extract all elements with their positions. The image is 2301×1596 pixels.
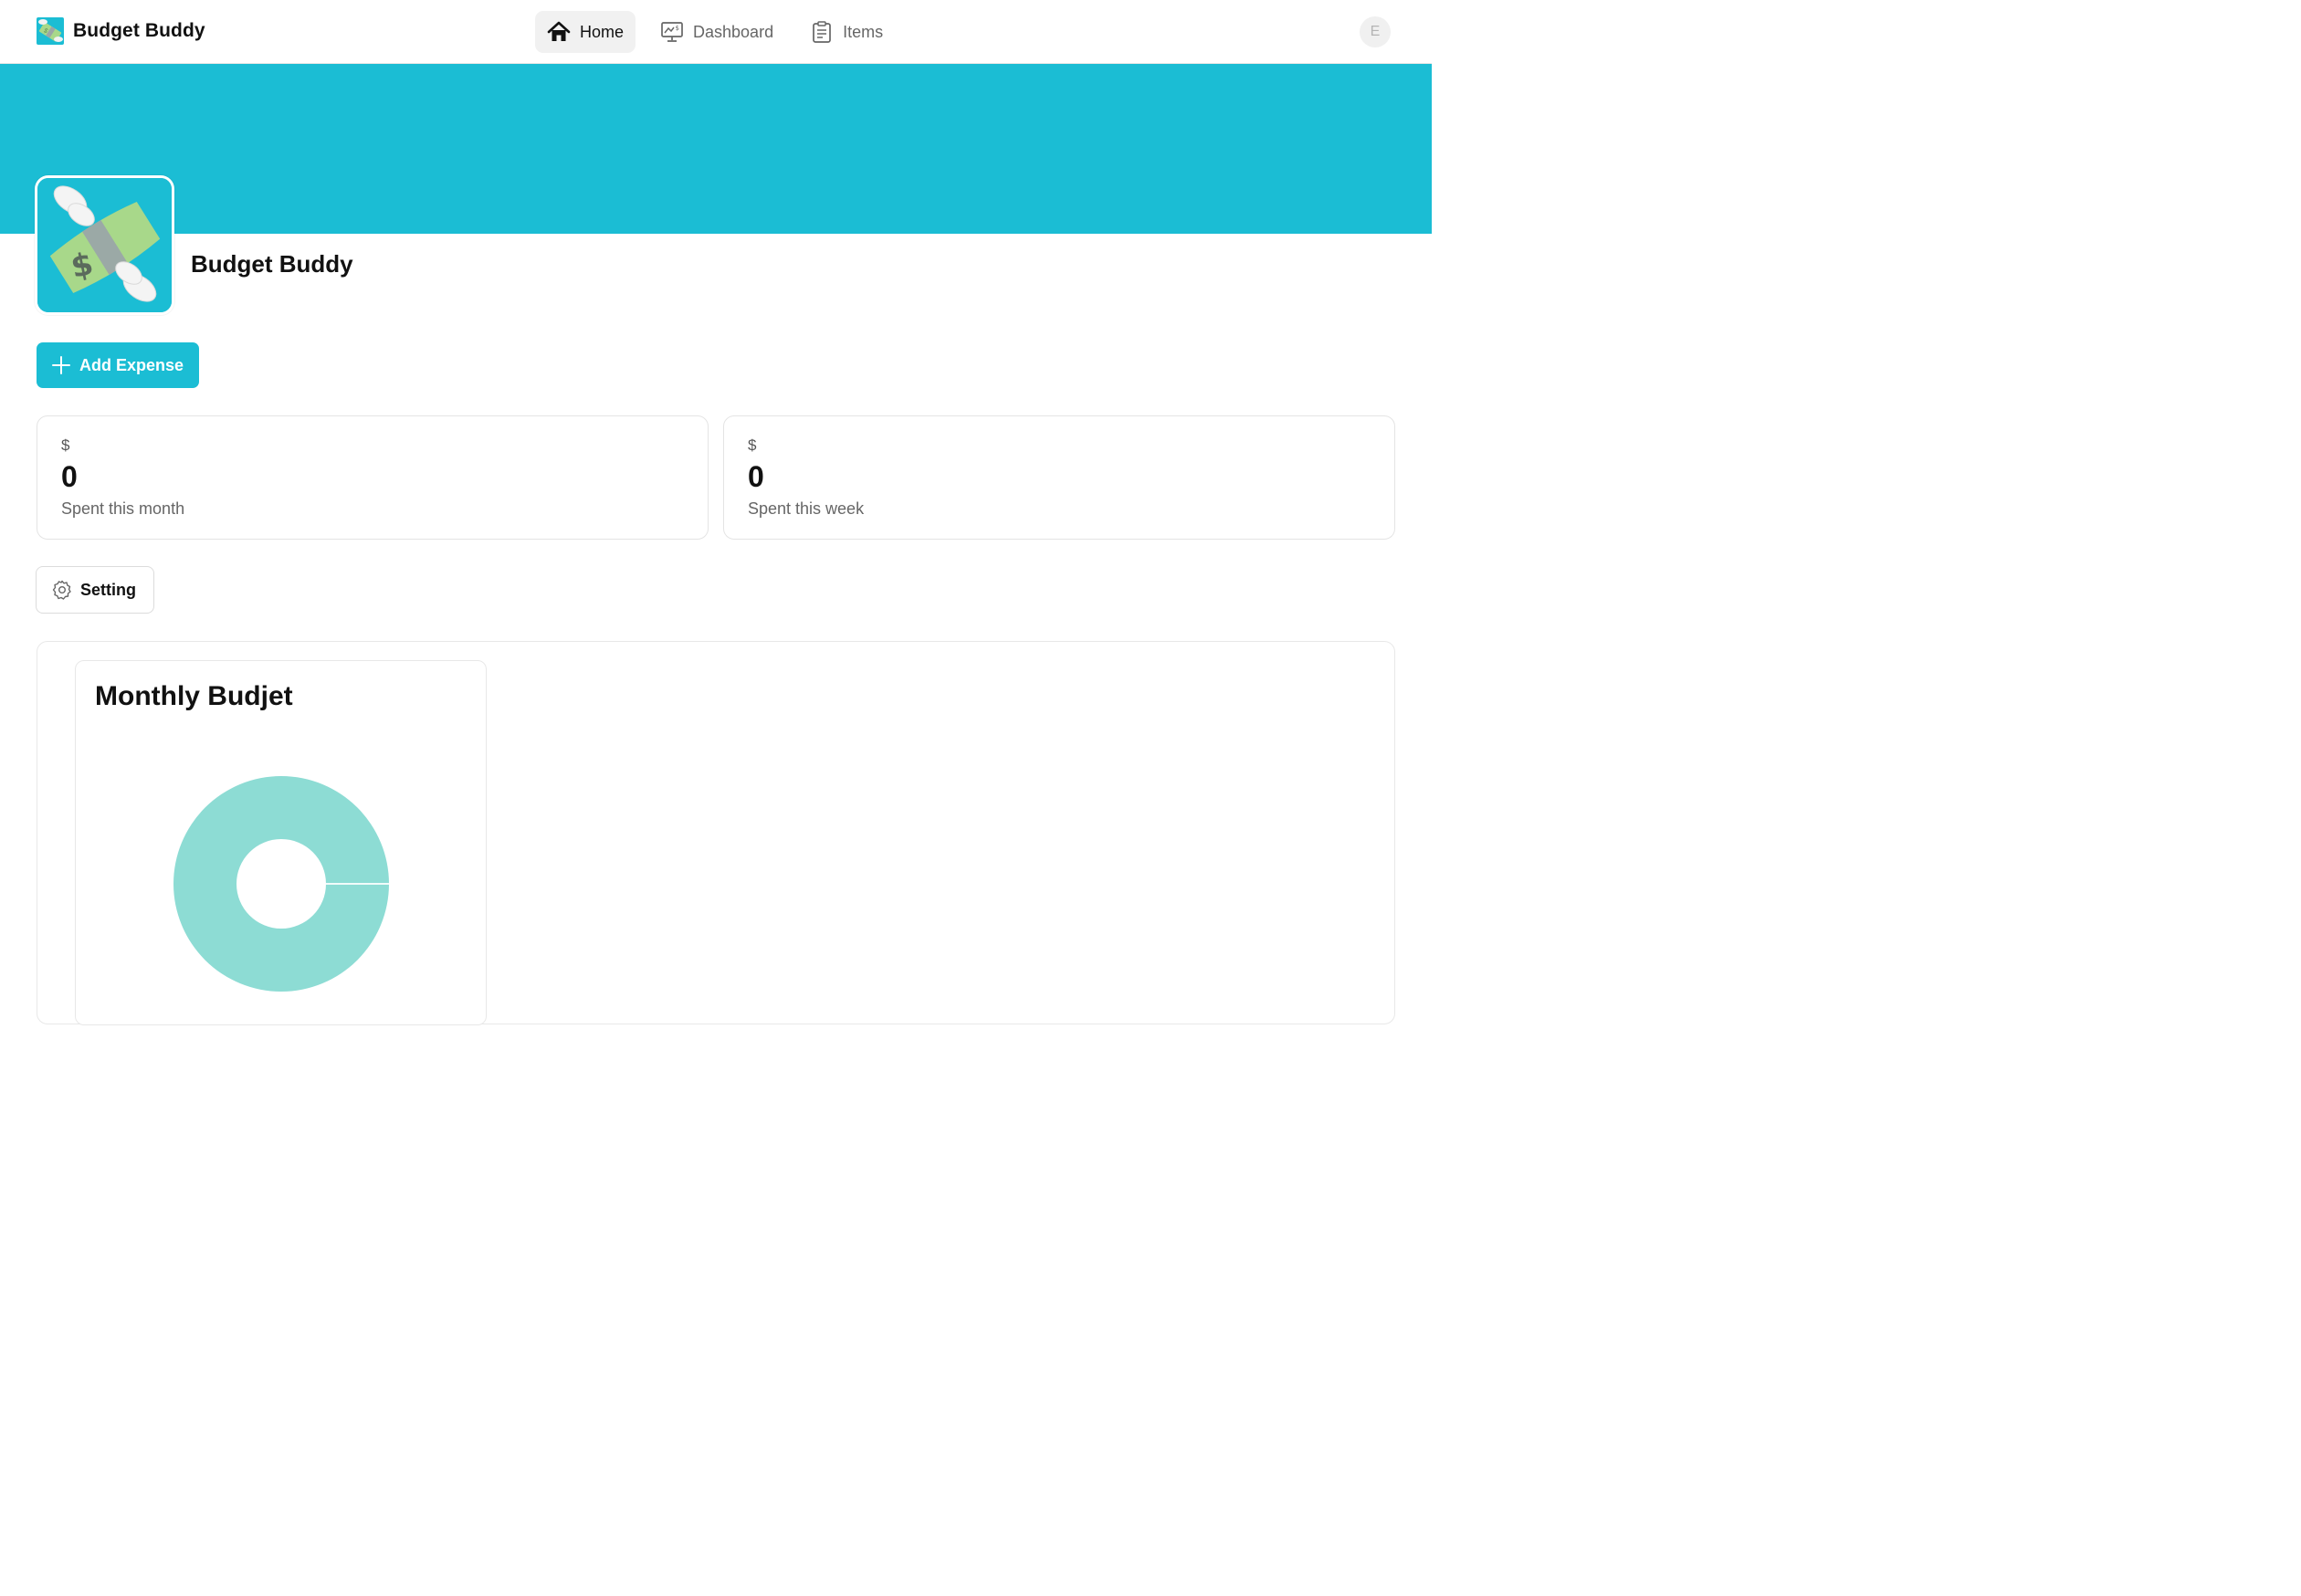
stat-label: Spent this week (748, 499, 865, 518)
stat-value: 0 (61, 460, 78, 493)
plus-icon (52, 356, 70, 374)
top-navigation-bar: $ Budget Buddy Home $ Dashboard Items E (0, 0, 1432, 64)
dashboard-monitor-icon: $ (661, 22, 683, 42)
nav-item-label: Items (843, 22, 884, 41)
setting-label: Setting (80, 580, 136, 599)
app-title: Budget Buddy (191, 250, 353, 278)
add-expense-button[interactable]: Add Expense (37, 342, 199, 388)
monthly-budget-donut-chart (173, 776, 389, 992)
main-nav: Home $ Dashboard Items (535, 11, 908, 53)
nav-item-home[interactable]: Home (535, 11, 636, 53)
setting-button[interactable]: Setting (36, 566, 154, 614)
app-icon: $ (35, 175, 174, 315)
nav-item-items[interactable]: Items (798, 11, 895, 53)
add-expense-label: Add Expense (79, 355, 184, 374)
gear-icon (52, 580, 71, 600)
nav-item-label: Dashboard (693, 22, 774, 41)
brand-name: Budget Buddy (73, 20, 205, 41)
stat-label: Spent this month (61, 499, 185, 518)
svg-text:$: $ (676, 25, 679, 32)
home-icon (547, 21, 571, 41)
cover-banner (0, 64, 1432, 234)
brand[interactable]: $ Budget Buddy (37, 16, 205, 46)
stat-value: 0 (748, 460, 764, 493)
chart-panel: Monthly Budjet (37, 641, 1395, 1025)
stat-card-week: $ 0 Spent this week (723, 415, 1395, 540)
stat-currency: $ (61, 436, 70, 454)
flying-money-icon: $ (37, 178, 172, 312)
monthly-budget-card: Monthly Budjet (75, 660, 487, 1025)
flying-money-icon: $ (37, 17, 64, 45)
user-avatar[interactable]: E (1360, 16, 1391, 47)
stat-currency: $ (748, 436, 757, 454)
nav-item-label: Home (580, 22, 625, 41)
stat-card-month: $ 0 Spent this month (37, 415, 709, 540)
nav-item-dashboard[interactable]: $ Dashboard (648, 11, 785, 53)
clipboard-icon (813, 21, 831, 43)
